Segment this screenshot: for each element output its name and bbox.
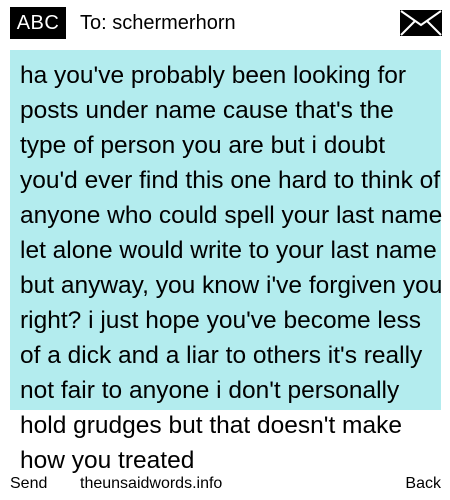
back-softkey[interactable]: Back bbox=[405, 474, 441, 494]
header-bar: ABC To: schermerhorn bbox=[0, 0, 450, 46]
message-body[interactable]: ha you've probably been looking for post… bbox=[20, 58, 445, 478]
input-mode-badge[interactable]: ABC bbox=[10, 7, 66, 39]
send-softkey[interactable]: Send bbox=[10, 474, 47, 494]
site-label: theunsaidwords.info bbox=[80, 475, 223, 492]
recipient-label: To: schermerhorn bbox=[80, 12, 236, 34]
softkey-bar: Send theunsaidwords.info Back bbox=[0, 472, 450, 500]
message-screen: ABC To: schermerhorn ha you've probably … bbox=[0, 0, 450, 500]
envelope-icon bbox=[400, 10, 442, 36]
